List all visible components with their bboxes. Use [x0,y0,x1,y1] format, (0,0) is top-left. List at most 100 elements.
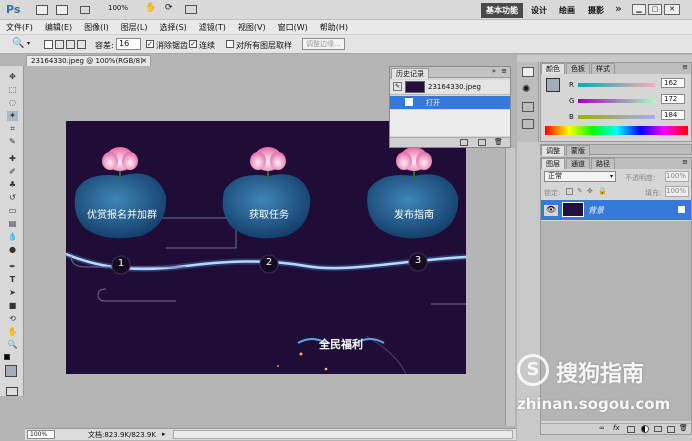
more-workspaces-icon[interactable]: » [615,2,622,15]
launch-bridge-icon[interactable] [36,5,48,15]
tab-layers[interactable]: 图层 [541,158,565,169]
move-tool-icon[interactable]: ✥ [7,72,18,82]
r-slider[interactable] [578,83,655,87]
lasso-tool-icon[interactable]: ◌ [7,98,18,108]
intersect-selection-icon[interactable] [77,40,86,49]
lock-all-icon[interactable]: 🔒 [598,187,607,195]
eraser-tool-icon[interactable]: ▭ [7,206,18,216]
blend-mode-select[interactable]: 正常 ▾ [544,171,616,182]
hand-tool-icon[interactable]: ✋ [145,3,156,13]
menu-select[interactable]: 选择(S) [159,22,186,33]
history-tab[interactable]: 历史记录 [391,68,429,79]
r-input[interactable]: 162 [661,78,685,88]
color-spectrum-ramp[interactable] [545,126,688,135]
layers-panel-menu-icon[interactable]: ≡ [682,158,688,166]
g-input[interactable]: 172 [661,94,685,104]
link-layers-icon[interactable]: ∞ [599,424,605,432]
brush-tool-icon[interactable]: ✐ [7,167,18,177]
info-icon[interactable] [522,102,534,112]
tolerance-input[interactable]: 16 [116,38,141,50]
launch-minibridge-icon[interactable] [56,5,68,15]
layer-row-background[interactable]: 👁 背景 [541,200,691,220]
workspace-design-button[interactable]: 设计 [531,5,547,16]
delete-layer-icon[interactable]: 🗑 [679,424,688,432]
blur-tool-icon[interactable]: 💧 [7,232,18,242]
workspace-essentials-button[interactable]: 基本功能 [481,3,523,18]
document-image[interactable]: 优赏报名并加群 获取任务 发布指南 1 2 3 全民福利 [66,121,466,374]
dodge-tool-icon[interactable]: ● [7,245,18,255]
color-panel-menu-icon[interactable]: ≡ [682,63,688,71]
menu-filter[interactable]: 滤镜(T) [199,22,226,33]
subtract-selection-icon[interactable] [66,40,75,49]
tab-swatches[interactable]: 色板 [566,63,590,74]
close-document-icon[interactable]: ✕ [141,56,147,66]
minimize-button[interactable]: ▁ [632,4,646,15]
close-button[interactable]: ✕ [664,4,680,15]
history-brush-source-icon[interactable]: ✎ [393,82,402,91]
brush-presets-icon[interactable] [522,119,534,129]
lock-transparent-icon[interactable] [566,188,573,195]
add-mask-icon[interactable] [627,426,635,433]
adjustment-layer-icon[interactable] [641,425,649,433]
delete-state-icon[interactable]: 🗑 [494,138,503,146]
tab-masks[interactable]: 蒙版 [566,145,590,156]
navigator-icon[interactable] [522,67,534,77]
path-selection-tool-icon[interactable]: ➤ [7,288,18,298]
zoom-tool-icon[interactable]: 🔍 [7,340,18,350]
maximize-button[interactable]: ▢ [648,4,662,15]
default-colors-icon[interactable] [4,354,10,360]
status-zoom-field[interactable]: 100% [27,430,55,439]
hand-tool-icon[interactable]: ✋ [7,327,18,337]
history-panel-menu-icon[interactable]: ≡ [501,67,507,75]
clone-stamp-tool-icon[interactable]: ♣ [7,180,18,190]
history-snapshot-row[interactable]: ✎ 23164330.jpeg [390,80,510,95]
b-input[interactable]: 184 [661,110,685,120]
view-extras-icon[interactable] [80,6,90,14]
lock-position-icon[interactable]: ✥ [587,187,593,195]
fill-input[interactable]: 100% [665,186,689,197]
quick-mask-icon[interactable] [6,387,18,396]
pen-tool-icon[interactable]: ✒ [7,262,18,272]
crop-tool-icon[interactable]: ⌗ [7,124,18,134]
color-foreground-swatch[interactable] [546,78,560,92]
new-selection-icon[interactable] [44,40,53,49]
menu-edit[interactable]: 编辑(E) [45,22,72,33]
tab-channels[interactable]: 通道 [566,158,590,169]
menu-image[interactable]: 图像(I) [84,22,109,33]
vertical-scrollbar[interactable] [505,148,515,426]
history-state-row[interactable]: 打开 [390,96,510,109]
layer-style-icon[interactable]: fx [613,424,620,432]
layer-visibility-eye-icon[interactable]: 👁 [544,205,558,216]
type-tool-icon[interactable]: T [7,275,18,285]
new-group-icon[interactable] [654,426,662,432]
foreground-color-swatch[interactable] [5,365,17,377]
menu-window[interactable]: 窗口(W) [278,22,308,33]
workspace-painting-button[interactable]: 绘画 [559,5,575,16]
3d-rotate-tool-icon[interactable]: ⟲ [7,314,18,324]
gradient-tool-icon[interactable]: ▤ [7,219,18,229]
horizontal-scrollbar[interactable] [173,430,513,439]
healing-brush-tool-icon[interactable]: ✚ [7,154,18,164]
add-selection-icon[interactable] [55,40,64,49]
rotate-view-icon[interactable]: ⟳ [165,3,173,13]
tab-adjustments[interactable]: 调整 [541,145,565,156]
histogram-icon[interactable]: ✺ [522,84,530,95]
workspace-photography-button[interactable]: 摄影 [588,5,604,16]
new-layer-icon[interactable] [667,426,675,433]
arrange-documents-icon[interactable] [185,5,197,14]
new-snapshot-icon[interactable] [478,139,486,146]
tab-styles[interactable]: 样式 [591,63,615,74]
sample-all-layers-checkbox[interactable] [226,40,234,48]
refine-edge-button[interactable]: 调整边缘... [302,38,345,50]
document-tab[interactable]: 23164330.jpeg @ 100%(RGB/8) ✕ [26,55,151,66]
tool-preset-chevron-icon[interactable]: ▾ [27,40,30,47]
history-collapse-icon[interactable]: » [492,67,496,75]
eyedropper-tool-icon[interactable]: ✎ [7,137,18,147]
tab-color[interactable]: 颜色 [541,63,565,74]
marquee-tool-icon[interactable]: ⬚ [7,85,18,95]
b-slider[interactable] [578,115,655,119]
opacity-input[interactable]: 100% [665,171,689,182]
magic-wand-icon[interactable]: 🔍 [12,38,24,49]
g-slider[interactable] [578,99,655,103]
history-brush-tool-icon[interactable]: ↺ [7,193,18,203]
